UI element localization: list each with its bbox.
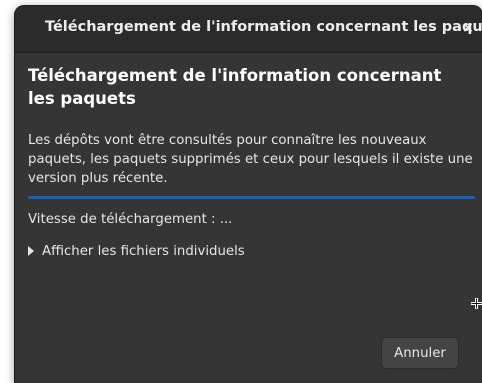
cancel-button[interactable]: Annuler [381, 337, 459, 369]
show-individual-files-expander[interactable]: Afficher les fichiers individuels [28, 242, 245, 260]
crosshair-cursor-icon [471, 298, 482, 309]
dialog-heading: Téléchargement de l'information concerna… [28, 66, 442, 108]
dialog-window: Téléchargement de l'information concerna… [15, 6, 482, 383]
download-speed-label: Vitesse de téléchargement : ... [28, 212, 233, 227]
progress-bar-fill [28, 196, 475, 199]
close-icon[interactable]: × [459, 19, 477, 37]
titlebar[interactable]: Téléchargement de l'information concerna… [15, 6, 482, 53]
expander-label: Afficher les fichiers individuels [42, 243, 245, 259]
dialog-description: Les dépôts vont être consultés pour conn… [28, 133, 473, 186]
progress-bar [28, 196, 475, 199]
triangle-right-icon [28, 246, 34, 256]
window-title: Téléchargement de l'information concerna… [45, 19, 482, 35]
